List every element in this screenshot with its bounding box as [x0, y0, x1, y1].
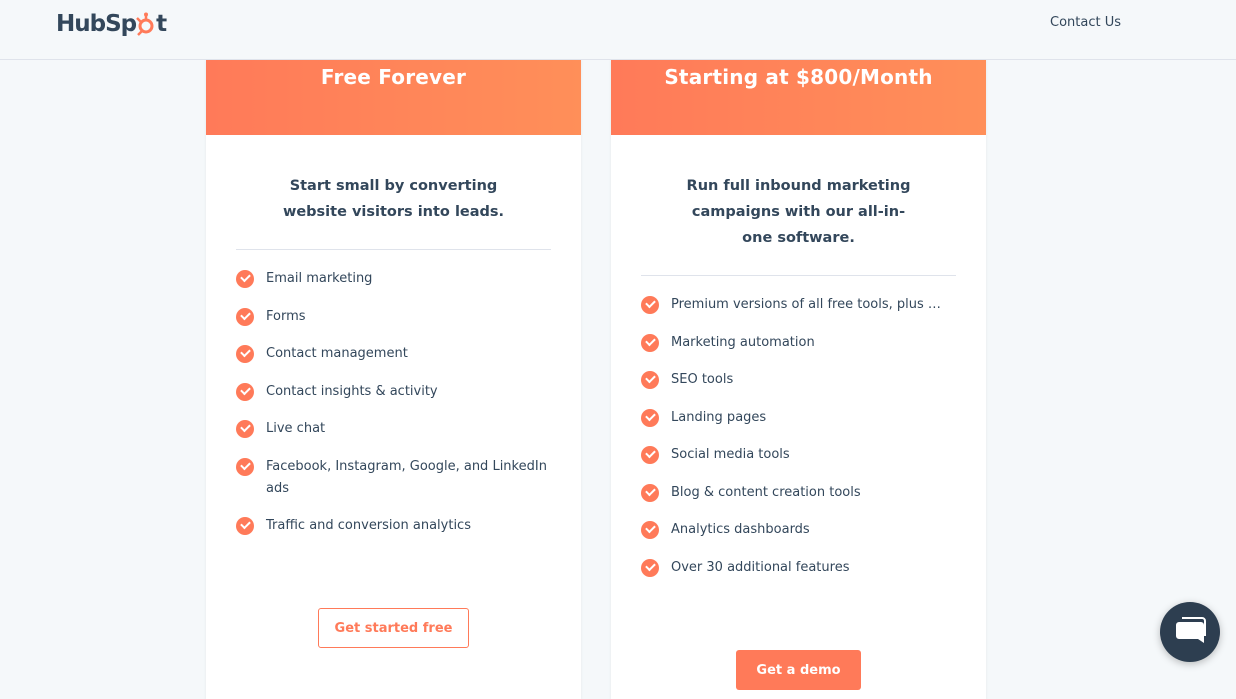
divider [236, 249, 551, 250]
feature-item: Contact insights & activity [236, 381, 551, 403]
feature-item: Blog & content creation tools [641, 482, 956, 504]
feature-item: Contact management [236, 343, 551, 365]
feature-list: Email marketing Forms Contact management… [206, 268, 581, 537]
feature-label: Landing pages [671, 409, 767, 425]
plan-card-starter: Starting at $800/Month Run full inbound … [611, 59, 986, 699]
chat-bubble-icon [1176, 617, 1206, 643]
plan-description: Start small by converting website visito… [282, 178, 505, 220]
plan-description: Run full inbound marketing campaigns wit… [686, 178, 911, 246]
check-circle-icon [641, 483, 659, 502]
feature-item: Facebook, Instagram, Google, and LinkedI… [236, 456, 551, 500]
plan-price-label: Starting at $800/Month [664, 65, 933, 89]
plan-price-banner: Starting at $800/Month [611, 59, 986, 135]
feature-item: Analytics dashboards [641, 519, 956, 541]
feature-label: Premium versions of all free tools, plus… [671, 297, 941, 312]
check-circle-icon [641, 408, 659, 427]
check-circle-icon [236, 270, 254, 288]
feature-label: SEO tools [671, 372, 734, 387]
top-nav-bar: HubSp t Contact Us [0, 0, 1236, 60]
check-circle-icon [236, 420, 254, 438]
feature-label: Forms [266, 308, 306, 324]
check-circle-icon [641, 446, 659, 464]
check-circle-icon [641, 558, 659, 577]
feature-item: Social media tools [641, 444, 956, 466]
feature-label: Live chat [266, 421, 326, 436]
check-circle-icon [236, 517, 254, 535]
feature-label: Analytics dashboards [671, 522, 810, 537]
check-circle-icon [236, 457, 254, 476]
hubspot-sprocket-icon [135, 12, 157, 36]
check-circle-icon [236, 307, 254, 326]
check-circle-icon [641, 333, 659, 352]
feature-label: Over 30 additional features [671, 559, 850, 575]
check-circle-icon [236, 345, 254, 363]
feature-item: Forms [236, 306, 551, 328]
get-started-free-button[interactable]: Get started free [318, 608, 469, 648]
plan-card-free: Free Forever Start small by converting w… [206, 59, 581, 699]
divider [641, 275, 956, 276]
plan-price-label: Free Forever [320, 65, 467, 89]
feature-item: Marketing automation [641, 332, 956, 354]
check-circle-icon [641, 296, 659, 314]
feature-item: Over 30 additional features [641, 557, 956, 579]
feature-item: Live chat [236, 418, 551, 440]
feature-label: Facebook, Instagram, Google, and LinkedI… [266, 458, 547, 496]
feature-label: Contact insights & activity [266, 383, 438, 399]
hubspot-logo[interactable]: HubSp t [56, 9, 167, 39]
feature-label: Marketing automation [671, 334, 815, 350]
chat-launcher-button[interactable] [1160, 602, 1220, 662]
check-circle-icon [236, 382, 254, 401]
feature-label: Blog & content creation tools [671, 484, 861, 500]
feature-label: Traffic and conversion analytics [266, 518, 471, 533]
feature-label: Email marketing [266, 271, 373, 286]
feature-label: Contact management [266, 346, 408, 361]
check-circle-icon [641, 521, 659, 539]
check-circle-icon [641, 371, 659, 389]
feature-item: Email marketing [236, 268, 551, 290]
feature-list: Premium versions of all free tools, plus… [611, 294, 986, 579]
feature-label: Social media tools [671, 447, 790, 462]
contact-us-link[interactable]: Contact Us [1050, 15, 1121, 30]
feature-item: SEO tools [641, 369, 956, 391]
feature-item: Landing pages [641, 407, 956, 429]
feature-item: Traffic and conversion analytics [236, 515, 551, 537]
get-a-demo-button[interactable]: Get a demo [736, 650, 861, 690]
feature-item: Premium versions of all free tools, plus… [641, 294, 956, 316]
plan-price-banner: Free Forever [206, 59, 581, 135]
